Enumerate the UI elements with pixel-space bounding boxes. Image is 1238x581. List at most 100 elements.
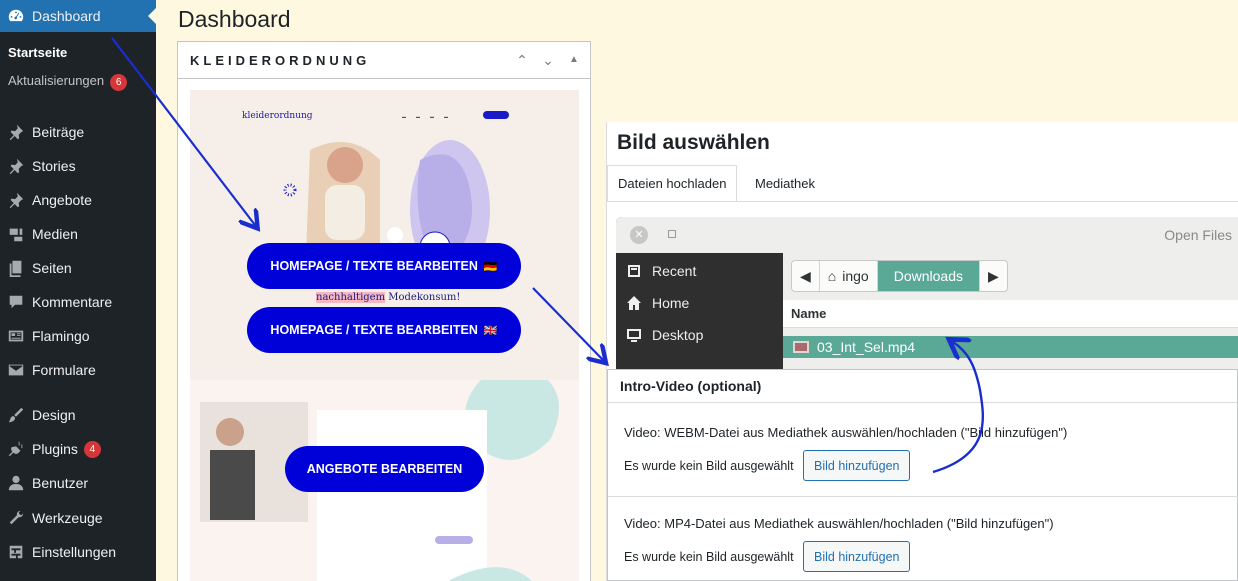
- address-card-icon: [0, 327, 32, 345]
- sidebar-sub-startseite[interactable]: Startseite: [8, 45, 67, 60]
- pin-icon: [0, 157, 32, 175]
- mp4-field-label: Video: MP4-Datei aus Mediathek auswählen…: [624, 516, 1054, 531]
- place-label: Home: [652, 295, 690, 311]
- sidebar-item-label: Kommentare: [32, 294, 113, 310]
- place-label: Desktop: [652, 327, 704, 343]
- homepage-edit-de-button[interactable]: HOMEPAGE / TEXTE BEARBEITEN 🇩🇪: [247, 243, 521, 289]
- sidebar-item-benutzer[interactable]: Benutzer: [0, 466, 156, 500]
- sidebar-item-werkzeuge[interactable]: Werkzeuge: [0, 501, 156, 535]
- places-sidebar: Recent Home Desktop: [616, 253, 783, 377]
- sidebar-item-label: Dashboard: [32, 8, 101, 24]
- file-browser: ◀ ⌂ ingo Downloads ▶ Name 03_Int_Sel.mp4: [783, 253, 1238, 377]
- updates-count-badge: 6: [110, 74, 128, 91]
- path-home-segment[interactable]: ⌂ ingo: [820, 261, 878, 291]
- file-row-selected[interactable]: 03_Int_Sel.mp4: [783, 336, 1238, 358]
- admin-sidebar: Dashboard Startseite Aktualisierungen 6 B…: [0, 0, 156, 581]
- sidebar-item-label: Medien: [32, 226, 78, 242]
- maximize-icon[interactable]: [668, 230, 676, 238]
- sidebar-item-plugins[interactable]: Plugins 4: [0, 432, 156, 466]
- dialog-title: Bild auswählen: [617, 131, 770, 154]
- file-name: 03_Int_Sel.mp4: [817, 339, 916, 355]
- intro-video-metabox: Intro-Video (optional) Video: WEBM-Datei…: [607, 369, 1238, 581]
- german-flag-icon: 🇩🇪: [483, 260, 498, 273]
- tab-divider: [607, 201, 1238, 202]
- sidebar-item-design[interactable]: Design: [0, 398, 156, 432]
- offers-preview: ANGEBOTE BEARBEITEN: [190, 380, 579, 581]
- name-column-header[interactable]: Name: [783, 300, 1238, 328]
- settings-icon: [0, 543, 32, 561]
- path-forward-icon[interactable]: ▶: [980, 261, 1007, 291]
- sidebar-item-label: Formulare: [32, 362, 96, 378]
- sidebar-item-medien[interactable]: Medien: [0, 217, 156, 251]
- sidebar-sub-label: Aktualisierungen: [8, 73, 105, 88]
- close-icon[interactable]: ✕: [630, 226, 648, 244]
- mail-icon: [0, 361, 32, 379]
- sidebar-item-label: Werkzeuge: [32, 510, 103, 526]
- sidebar-item-dashboard[interactable]: Dashboard: [0, 0, 156, 32]
- plugins-count-badge: 4: [83, 440, 101, 458]
- comment-icon: [0, 293, 32, 311]
- sidebar-item-label: Stories: [32, 158, 76, 174]
- home-icon: [616, 295, 652, 311]
- move-down-icon[interactable]: ⌄: [540, 52, 556, 69]
- site-brand-logo: kleiderordnung: [242, 111, 313, 121]
- place-label: Recent: [652, 263, 697, 279]
- tagline-highlight: nachhaltigem: [316, 292, 386, 303]
- pin-icon: [0, 191, 32, 209]
- collapse-toggle-icon[interactable]: ▲: [566, 52, 582, 69]
- file-dialog-title: Open Files: [1164, 227, 1232, 243]
- uk-flag-icon: 🇬🇧: [483, 324, 498, 337]
- button-label: ANGEBOTE BEARBEITEN: [306, 462, 463, 476]
- metabox-title: Intro-Video (optional): [608, 370, 1237, 403]
- sidebar-item-label: Einstellungen: [32, 544, 117, 560]
- brush-icon: [0, 406, 32, 424]
- file-dialog-titlebar: ✕ Open Files: [616, 217, 1238, 253]
- sidebar-item-stories[interactable]: Stories: [0, 149, 156, 183]
- wrench-icon: [0, 509, 32, 527]
- page-title: Dashboard: [178, 6, 291, 32]
- widget-controls: ⌃ ⌄ ▲: [514, 52, 582, 69]
- place-desktop[interactable]: Desktop: [616, 319, 783, 351]
- webm-field-label: Video: WEBM-Datei aus Mediathek auswähle…: [624, 425, 1068, 440]
- dashboard-gauge-icon: [0, 7, 32, 25]
- open-files-dialog: ✕ Open Files Recent Home Desktop ◀ ⌂ ingo…: [616, 217, 1238, 377]
- field-divider: [608, 496, 1238, 497]
- move-up-icon[interactable]: ⌃: [514, 52, 530, 69]
- webm-add-image-button[interactable]: Bild hinzufügen: [803, 450, 911, 481]
- button-label: HOMEPAGE / TEXTE BEARBEITEN: [270, 323, 478, 337]
- tab-upload-files[interactable]: Dateien hochladen: [607, 165, 738, 201]
- sidebar-item-einstellungen[interactable]: Einstellungen: [0, 535, 156, 569]
- path-back-icon[interactable]: ◀: [792, 261, 820, 291]
- homepage-edit-en-button[interactable]: HOMEPAGE / TEXTE BEARBEITEN 🇬🇧: [247, 307, 521, 353]
- widget-title: KLEIDERORDNUNG: [190, 52, 371, 68]
- mp4-none-selected-text: Es wurde kein Bild ausgewählt: [624, 550, 794, 564]
- sidebar-item-flamingo[interactable]: Flamingo: [0, 319, 156, 353]
- tagline-text: Modekonsum!: [385, 292, 461, 303]
- button-label: HOMEPAGE / TEXTE BEARBEITEN: [270, 259, 478, 273]
- webm-none-selected-text: Es wurde kein Bild ausgewählt: [624, 459, 794, 473]
- sidebar-item-beitraege[interactable]: Beiträge: [0, 115, 156, 149]
- sidebar-item-angebote[interactable]: Angebote: [0, 183, 156, 217]
- place-recent[interactable]: Recent: [616, 255, 783, 287]
- sidebar-item-label: Seiten: [32, 260, 72, 276]
- place-home[interactable]: Home: [616, 287, 783, 319]
- sidebar-item-label: Benutzer: [32, 475, 89, 491]
- sidebar-item-seiten[interactable]: Seiten: [0, 251, 156, 285]
- offers-edit-button[interactable]: ANGEBOTE BEARBEITEN: [285, 446, 484, 492]
- mp4-add-image-button[interactable]: Bild hinzufügen: [803, 541, 911, 572]
- sidebar-item-formulare[interactable]: Formulare: [0, 353, 156, 387]
- path-downloads-segment[interactable]: Downloads: [877, 261, 980, 291]
- sidebar-item-label: Beiträge: [32, 124, 85, 140]
- website-preview: kleiderordnung ▬ ▬ ▬ ▬ HOMEPAGE / TEXTE BEA…: [190, 90, 579, 581]
- site-contact-button: [483, 111, 509, 119]
- home-icon: ⌂: [827, 268, 837, 284]
- sidebar-item-label: Plugins: [32, 441, 78, 457]
- site-nav-links: ▬ ▬ ▬ ▬: [402, 114, 448, 119]
- site-tagline: nachhaltigem Modekonsum!: [316, 292, 460, 303]
- video-file-icon: [793, 341, 809, 353]
- pages-icon: [0, 259, 32, 277]
- media-icon: [0, 225, 32, 243]
- sidebar-sub-aktualisierungen[interactable]: Aktualisierungen 6: [8, 73, 128, 91]
- tab-media-library[interactable]: Mediathek: [745, 165, 825, 201]
- sidebar-item-kommentare[interactable]: Kommentare: [0, 285, 156, 319]
